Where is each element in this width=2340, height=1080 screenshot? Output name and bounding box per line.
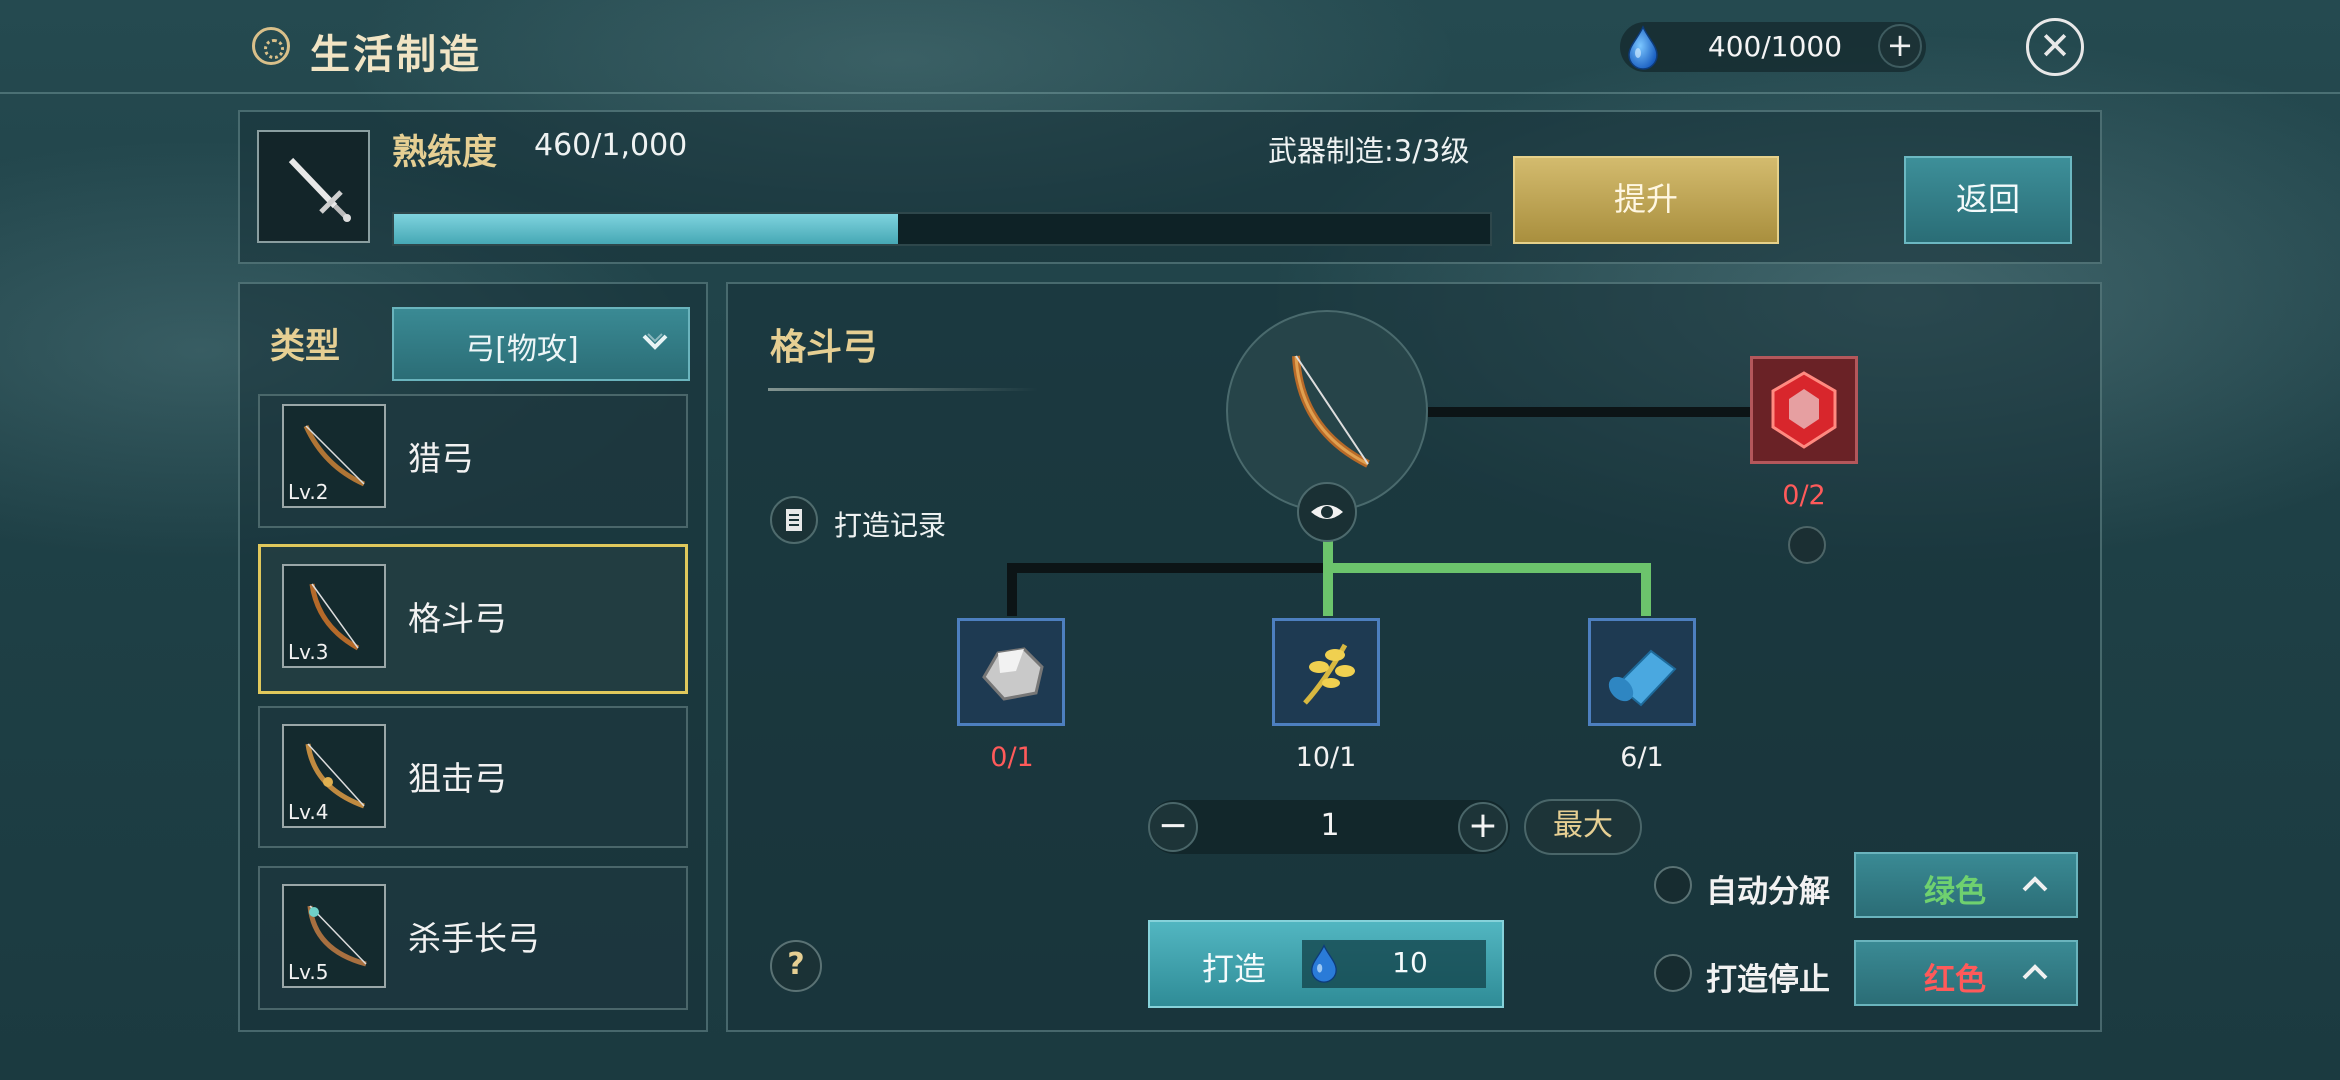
craft-cost-value: 10	[1392, 946, 1428, 979]
item-level: Lv.5	[288, 960, 329, 984]
upgrade-button[interactable]: 提升	[1513, 156, 1779, 244]
gem-slot[interactable]	[1750, 356, 1858, 464]
decrease-button[interactable]: −	[1148, 802, 1198, 852]
item-name: 猎弓	[408, 439, 474, 478]
water-drop-icon	[1628, 25, 1658, 70]
material-slot[interactable]	[1588, 618, 1696, 726]
craft-record-link[interactable]: 打造记录	[834, 504, 946, 544]
water-drop-icon	[1311, 944, 1337, 983]
weapon-craft-level: 武器制造:3/3级	[1268, 134, 1470, 168]
material-count: 10/1	[1295, 742, 1357, 773]
proficiency-bar-fill	[394, 214, 898, 244]
resource-value: 400/1000	[1707, 30, 1843, 63]
stop-craft-checkbox[interactable]	[1654, 954, 1692, 992]
red-gem-icon	[1771, 371, 1837, 449]
max-button[interactable]: 最大	[1524, 799, 1642, 855]
material-slot[interactable]	[957, 618, 1065, 726]
item-name: 狙击弓	[408, 759, 507, 798]
quantity-value[interactable]: 1	[1260, 808, 1400, 843]
item-name: 杀手长弓	[408, 919, 540, 958]
preview-eye-button[interactable]	[1297, 482, 1357, 542]
cloth-roll-icon	[1608, 649, 1677, 707]
material-slot[interactable]	[1272, 618, 1380, 726]
item-level: Lv.2	[288, 480, 329, 504]
item-level: Lv.4	[288, 800, 329, 824]
ore-icon	[982, 647, 1044, 701]
chevron-down-icon	[642, 333, 668, 350]
type-dropdown-value: 弓[物攻]	[465, 332, 579, 367]
back-button[interactable]: 返回	[1904, 156, 2072, 244]
craft-button-label: 打造	[1202, 950, 1267, 988]
sword-icon	[257, 130, 370, 243]
gem-count: 0/2	[1782, 480, 1826, 511]
auto-decompose-checkbox[interactable]	[1654, 866, 1692, 904]
chevron-up-icon	[2022, 876, 2048, 892]
eye-icon	[1311, 505, 1343, 519]
page-title: 生活制造	[310, 32, 482, 78]
chevron-up-icon	[2022, 964, 2048, 980]
crafting-emblem-icon	[252, 27, 290, 65]
auto-decompose-label: 自动分解	[1706, 874, 1830, 910]
bow-icon	[1292, 355, 1370, 468]
record-icon[interactable]	[770, 496, 818, 544]
close-button[interactable]: ✕	[2026, 18, 2084, 76]
material-count: 6/1	[1620, 742, 1664, 773]
item-name: 格斗弓	[408, 599, 507, 638]
proficiency-label: 熟练度	[392, 133, 498, 173]
gem-toggle[interactable]	[1788, 526, 1826, 564]
material-count: 0/1	[990, 742, 1034, 773]
help-button[interactable]: ?	[770, 940, 822, 992]
herb-icon	[1303, 643, 1355, 705]
proficiency-value: 460/1,000	[534, 128, 688, 163]
stop-craft-label: 打造停止	[1706, 962, 1830, 998]
increase-button[interactable]: +	[1458, 802, 1508, 852]
type-label: 类型	[270, 327, 341, 367]
item-level: Lv.3	[288, 640, 329, 664]
add-resource-button[interactable]: +	[1878, 24, 1922, 68]
